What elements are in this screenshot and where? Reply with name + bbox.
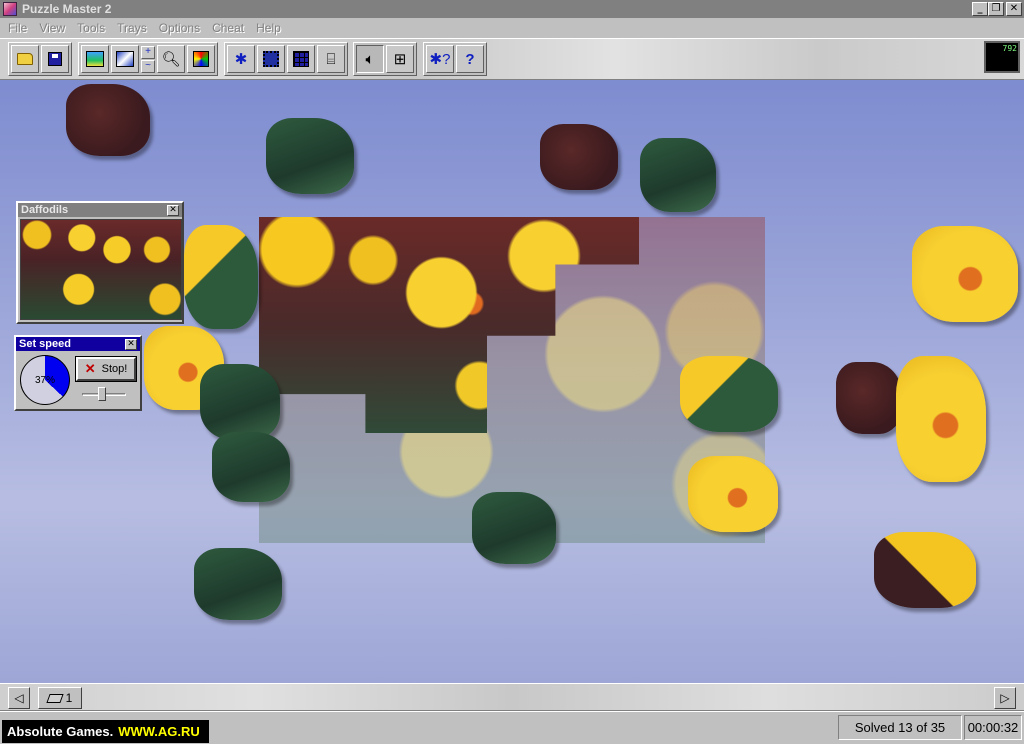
- puzzle-piece-icon: ✱: [234, 50, 248, 68]
- menu-help[interactable]: Help: [250, 21, 287, 35]
- puzzle-piece[interactable]: [184, 225, 258, 329]
- background-button[interactable]: ⊞: [386, 45, 414, 73]
- tray-icon: ⌸: [326, 50, 336, 68]
- puzzle-piece[interactable]: [688, 456, 778, 532]
- image-button[interactable]: [111, 45, 139, 73]
- speed-window[interactable]: Set speed ✕ 37% ✕ Stop!: [14, 335, 142, 411]
- puzzle-piece[interactable]: [640, 138, 716, 212]
- stop-button-label: Stop!: [101, 363, 128, 375]
- puzzle-piece[interactable]: [472, 492, 556, 564]
- menu-cheat[interactable]: Cheat: [206, 21, 250, 35]
- grid-icon: [293, 51, 309, 67]
- grid-button[interactable]: [287, 45, 315, 73]
- pieces-button[interactable]: ✱: [227, 45, 255, 73]
- picture-icon: [86, 51, 104, 67]
- puzzle-piece[interactable]: [194, 548, 282, 620]
- solved-status: Solved 13 of 35: [838, 715, 962, 740]
- view-tool-group: + ~ 🔍︎: [78, 42, 218, 76]
- tray-icon: [46, 693, 64, 703]
- help-icon: ?: [465, 50, 475, 68]
- puzzle-piece[interactable]: [212, 432, 290, 502]
- speed-slider-thumb[interactable]: [98, 387, 106, 401]
- brand-url: WWW.AG.RU: [118, 724, 200, 739]
- magnify-icon: 🔍︎: [161, 50, 181, 68]
- zoom-in-icon: +: [145, 46, 151, 57]
- edge-frame-icon: [263, 51, 279, 67]
- puzzle-piece[interactable]: [874, 532, 976, 608]
- close-button[interactable]: ✕: [1006, 2, 1022, 16]
- speaker-icon: 🔈︎: [365, 50, 375, 68]
- speed-window-title-bar[interactable]: Set speed ✕: [16, 337, 140, 351]
- daffodils-thumbnail: [20, 219, 182, 320]
- sound-tool-group: 🔈︎ ⊞: [353, 42, 417, 76]
- sound-button[interactable]: 🔈︎: [356, 45, 384, 73]
- speed-slider[interactable]: [82, 387, 126, 401]
- toolbar: + ~ 🔍︎ ✱ ⌸ 🔈︎ ⊞ ✱? ? 792: [0, 38, 1024, 80]
- help-tool-group: ✱? ?: [423, 42, 487, 76]
- puzzle-piece[interactable]: [912, 226, 1018, 322]
- stop-button[interactable]: ✕ Stop!: [75, 356, 137, 382]
- tray-scroll-left-button[interactable]: ◁: [8, 687, 30, 709]
- save-disk-icon: [48, 52, 62, 66]
- save-button[interactable]: [41, 45, 69, 73]
- menu-bar: File View Tools Trays Options Cheat Help: [0, 18, 1024, 38]
- folder-open-icon: [17, 53, 33, 65]
- image-icon: [116, 51, 134, 67]
- speed-window-close-button[interactable]: ✕: [125, 338, 137, 350]
- app-icon: [3, 2, 17, 16]
- timer-status: 00:00:32: [964, 715, 1022, 740]
- magnify-button[interactable]: 🔍︎: [157, 45, 185, 73]
- brand-name: Absolute Games.: [7, 724, 114, 739]
- stop-x-icon: ✕: [84, 361, 96, 376]
- puzzle-piece[interactable]: [66, 84, 150, 156]
- speed-window-title: Set speed: [19, 338, 71, 350]
- brand-banner[interactable]: Absolute Games. WWW.AG.RU: [2, 720, 209, 743]
- tray-button[interactable]: ⌸: [317, 45, 345, 73]
- window-title: Puzzle Master 2: [22, 2, 112, 16]
- preview-counter: 792: [984, 41, 1020, 73]
- status-bar: Absolute Games. WWW.AG.RU Solved 13 of 3…: [0, 711, 1024, 744]
- open-button[interactable]: [11, 45, 39, 73]
- edge-button[interactable]: [257, 45, 285, 73]
- tray-bar: ◁ 1 ▷: [0, 683, 1024, 711]
- speed-progress-pie: 37%: [20, 355, 70, 405]
- restore-button[interactable]: ❐: [988, 2, 1004, 16]
- picture-window-close-button[interactable]: ✕: [167, 204, 179, 216]
- picture-window-title: Daffodils: [21, 204, 69, 216]
- right-arrow-icon: ▷: [1000, 691, 1010, 705]
- speed-percent-label: 37%: [34, 374, 55, 386]
- menu-file[interactable]: File: [2, 21, 33, 35]
- puzzle-piece[interactable]: [836, 362, 902, 434]
- file-tool-group: [8, 42, 72, 76]
- puzzle-piece[interactable]: [266, 118, 354, 194]
- zoom-in-button[interactable]: +: [141, 45, 155, 59]
- picture-window[interactable]: Daffodils ✕: [16, 201, 184, 324]
- puzzle-piece[interactable]: [540, 124, 618, 190]
- zoom-out-icon: ~: [145, 60, 151, 71]
- puzzle-piece[interactable]: [896, 356, 986, 482]
- title-bar: Puzzle Master 2 _ ❐ ✕: [0, 0, 1024, 18]
- help-button[interactable]: ?: [456, 45, 484, 73]
- menu-trays[interactable]: Trays: [111, 21, 153, 35]
- play-area[interactable]: Daffodils ✕ Set speed ✕ 37% ✕ Stop!: [0, 80, 1024, 683]
- puzzle-help-button[interactable]: ✱?: [426, 45, 454, 73]
- puzzle-piece[interactable]: [680, 356, 778, 432]
- zoom-out-button[interactable]: ~: [141, 59, 155, 73]
- menu-tools[interactable]: Tools: [71, 21, 111, 35]
- puzzle-help-icon: ✱?: [429, 50, 451, 68]
- picture-window-title-bar[interactable]: Daffodils ✕: [18, 203, 182, 217]
- tray-1-button[interactable]: 1: [38, 687, 82, 709]
- puzzle-tool-group: ✱ ⌸: [224, 42, 348, 76]
- puzzle-piece[interactable]: [200, 364, 280, 440]
- minimize-button[interactable]: _: [972, 2, 988, 16]
- picture-frame-icon: ⊞: [393, 50, 407, 68]
- left-arrow-icon: ◁: [14, 691, 24, 705]
- colors-icon: [193, 51, 209, 67]
- colors-button[interactable]: [187, 45, 215, 73]
- menu-options[interactable]: Options: [153, 21, 206, 35]
- tray-scroll-right-button[interactable]: ▷: [994, 687, 1016, 709]
- show-picture-button[interactable]: [81, 45, 109, 73]
- tray-number: 1: [65, 691, 73, 705]
- menu-view[interactable]: View: [33, 21, 71, 35]
